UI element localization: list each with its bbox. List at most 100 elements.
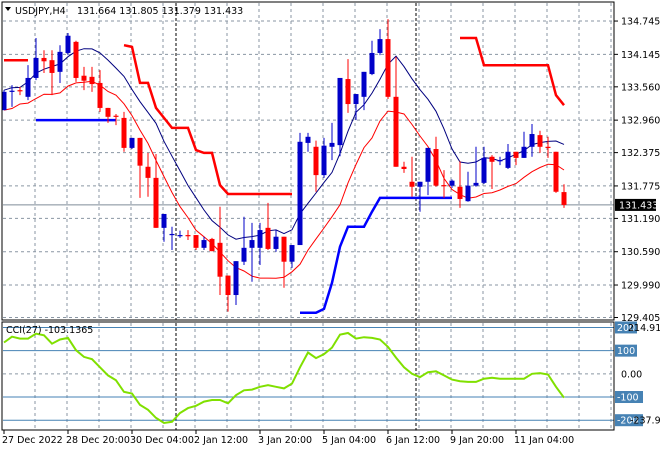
price-tick-label: 130.590: [621, 247, 660, 258]
candle-body: [417, 181, 423, 187]
candle-body: [193, 235, 199, 248]
candle-body: [217, 242, 223, 277]
candle: [321, 137, 327, 178]
cci-line: [3, 331, 565, 425]
candle-body: [505, 151, 511, 168]
dropdown-triangle-icon[interactable]: [5, 7, 11, 11]
candle: [409, 156, 415, 197]
candle-body: [49, 60, 55, 73]
candle-body: [33, 57, 39, 78]
candle-body: [129, 137, 135, 148]
candle-body: [97, 82, 103, 108]
candle: [521, 131, 527, 158]
candle: [121, 111, 127, 152]
candle: [457, 161, 463, 208]
candle: [233, 261, 239, 306]
time-label: 11 Jan 04:00: [514, 435, 574, 446]
time-label: 3 Jan 20:00: [258, 435, 312, 446]
price-tick-label: 132.960: [621, 116, 660, 127]
candle: [209, 237, 215, 252]
candle: [489, 155, 495, 189]
candle: [177, 230, 183, 238]
candle-body: [225, 275, 231, 296]
candle-body: [161, 213, 167, 228]
candle: [225, 275, 231, 312]
candle-body: [81, 75, 87, 81]
candle-body: [9, 90, 15, 92]
candle-body: [73, 41, 79, 78]
candle-body: [353, 94, 359, 105]
candle: [305, 132, 311, 152]
candle-body: [297, 141, 303, 246]
candle: [465, 171, 471, 202]
cci-level-label: 0.00: [621, 369, 642, 380]
candle-body: [177, 235, 183, 237]
candle: [337, 77, 343, 157]
candle-body: [273, 236, 279, 249]
price-tick-label: 134.745: [621, 17, 660, 28]
candle-body: [17, 90, 23, 92]
candle: [193, 235, 199, 251]
candle-body: [313, 146, 319, 176]
candle: [265, 202, 271, 251]
candle-body: [473, 182, 479, 186]
candle-body: [337, 77, 343, 146]
time-label: 27 Dec 2022: [2, 435, 63, 446]
candle: [545, 136, 551, 158]
candle-body: [425, 147, 431, 182]
candle: [553, 151, 559, 193]
candle: [561, 184, 567, 208]
cci-level-label: 100: [617, 346, 635, 357]
candle: [513, 151, 519, 166]
candle-body: [529, 134, 535, 147]
candle-body: [241, 247, 247, 262]
candle-body: [329, 142, 335, 147]
candle: [73, 40, 79, 82]
candle-body: [361, 71, 367, 97]
candle: [377, 29, 383, 56]
candle-body: [57, 51, 63, 72]
candle-body: [433, 149, 439, 186]
candle-body: [233, 261, 239, 296]
candle-body: [281, 236, 287, 262]
ma-upper-line: [3, 48, 565, 240]
candle-body: [169, 233, 175, 236]
candle: [361, 71, 367, 111]
price-tick-label: 131.190: [621, 214, 660, 225]
candles: [1, 19, 567, 312]
candle-body: [305, 136, 311, 143]
time-label: 9 Jan 20:00: [450, 435, 504, 446]
price-chart[interactable]: 134.745 134.145 133.560 132.960 132.375 131.7…: [0, 0, 660, 450]
candle-body: [385, 39, 391, 97]
candle: [289, 245, 295, 268]
candle: [433, 136, 439, 187]
candle-body: [537, 135, 543, 147]
candle-body: [465, 185, 471, 202]
candle: [217, 206, 223, 296]
candle: [345, 59, 351, 113]
candle-body: [377, 39, 383, 53]
candle: [49, 50, 55, 96]
step-upper-line: [4, 36, 565, 196]
price-tick-label: 129.990: [621, 281, 660, 292]
candle-body: [185, 235, 191, 237]
candle: [97, 70, 103, 112]
candle-body: [457, 186, 463, 199]
candle-body: [449, 180, 455, 186]
price-tick-label: 132.375: [621, 148, 660, 159]
candle-body: [441, 185, 447, 187]
candle-body: [369, 52, 375, 75]
step-lower-line: [36, 118, 452, 315]
candle-body: [393, 96, 399, 167]
time-label: 30 Dec 04:00: [130, 435, 194, 446]
candle: [241, 216, 247, 266]
cci-min-label: -237.9803: [630, 416, 660, 427]
candle: [145, 152, 151, 197]
candle: [385, 19, 391, 100]
candle: [425, 147, 431, 196]
candle: [65, 32, 71, 56]
candle: [505, 144, 511, 169]
grid: [3, 3, 614, 430]
price-tick-label: 131.775: [621, 181, 660, 192]
candle-body: [249, 240, 255, 248]
